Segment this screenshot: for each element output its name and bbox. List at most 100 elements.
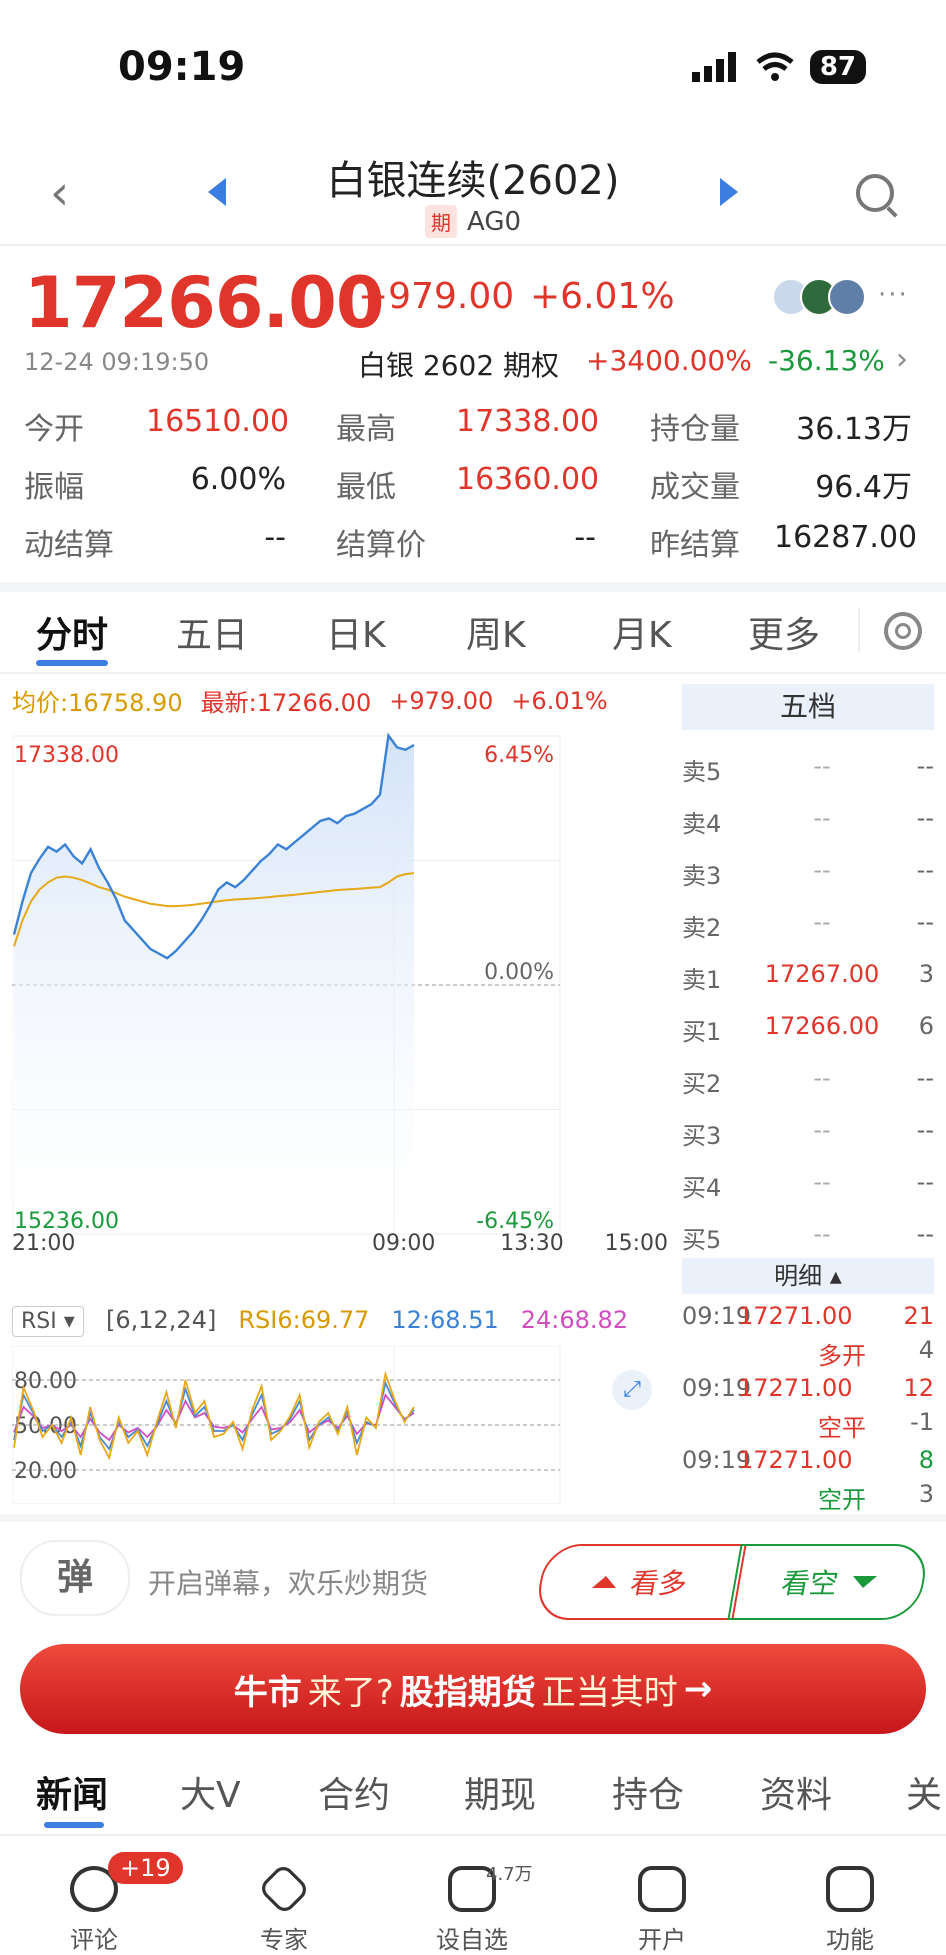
trade-volume: 12 [903,1374,934,1402]
trade-price: 17271.00 [738,1302,853,1330]
indicator-dropdown[interactable]: RSI ▾ [12,1306,84,1337]
divider [858,608,860,652]
order-level: 买2 [682,1070,722,1098]
tab-daily-k[interactable]: 日K [326,606,386,658]
bearish-button[interactable]: 看空 [727,1544,931,1620]
next-contract-icon[interactable] [720,178,738,206]
order-book-row: 卖1 17267.00 3 [682,960,934,994]
order-price: -- [813,752,831,780]
status-icons: 87 [691,50,866,84]
stat-value: 16287.00 [774,520,918,555]
nav-menu[interactable]: 功能 [790,1866,910,1955]
tab-more-overflow[interactable]: 关 [906,1766,942,1818]
community-avatars[interactable] [772,278,866,316]
intraday-chart[interactable]: 17338.0015236.006.45%0.00%-6.45%21:00 09:… [12,722,670,1252]
order-book-title[interactable]: 五档 [682,684,934,730]
page-title: 白银连续(2602) [326,158,620,204]
nav-watchlist-label: 设自选 [436,1926,508,1954]
arrow-right-icon: → [683,1669,713,1709]
order-level: 卖2 [682,914,722,942]
stat-label: 振幅 [24,470,84,505]
nav-expert[interactable]: 专家 [224,1862,344,1955]
order-volume: 6 [918,1012,934,1040]
promo-banner[interactable]: 牛市 来了? 股指期货 正当其时 → [20,1644,926,1734]
stat-value: -- [264,520,286,555]
trade-row-sub: 空平 -1 [682,1408,934,1442]
divider [0,672,946,674]
search-icon[interactable] [856,174,894,212]
nav-comment-label: 评论 [70,1926,118,1954]
danmaku-toggle-button[interactable]: 弹 [20,1540,130,1616]
tab-positions[interactable]: 持仓 [612,1766,684,1818]
bullish-button[interactable]: 看多 [533,1544,747,1620]
order-volume: -- [916,1168,934,1196]
order-level: 卖1 [682,966,722,994]
stat-label: 动结算 [24,528,114,563]
comment-count-badge: +19 [108,1852,183,1884]
chevron-right-icon[interactable]: › [896,342,908,377]
expand-icon[interactable]: ⤢ [612,1370,652,1410]
trade-row: 09:19 17271.00 21 [682,1302,934,1332]
tab-big-v[interactable]: 大V [180,1766,241,1818]
tab-contract[interactable]: 合约 [318,1766,390,1818]
rsi-params: [6,12,24] [106,1306,217,1334]
y-axis-pct-max: 6.45% [484,743,554,768]
section-gap [0,582,946,592]
trade-price: 17271.00 [738,1374,853,1402]
stat-value: 16510.00 [146,404,290,439]
order-price: -- [813,1220,831,1248]
tab-weekly-k[interactable]: 周K [466,606,526,658]
tab-monthly-k[interactable]: 月K [612,606,672,658]
indicator-dropdown-label: RSI [21,1309,57,1334]
order-book-row: 卖3 -- -- [682,856,934,890]
settings-icon[interactable] [884,612,922,650]
trade-type: 空平 [818,1414,866,1442]
tab-5day[interactable]: 五日 [176,606,248,658]
tab-news[interactable]: 新闻 [36,1766,108,1818]
banner-text-4: 正当其时 [541,1672,678,1713]
tab-more[interactable]: 更多 [748,606,820,658]
danmaku-hint[interactable]: 开启弹幕，欢乐炒期货 [148,1562,428,1602]
wifi-icon [756,52,794,81]
rsi-chart[interactable]: 80.0050.0020.00 [12,1346,670,1504]
order-level: 卖5 [682,758,722,786]
banner-text-3: 股指期货 [399,1672,536,1713]
trade-row: 09:19 17271.00 8 [682,1446,934,1476]
tab-spot[interactable]: 期现 [464,1766,536,1818]
nav-menu-label: 功能 [826,1926,874,1954]
trade-detail-title[interactable]: 明细 ▴ [682,1258,934,1294]
latest-price: 最新:17266.00 [200,689,372,717]
triangle-up-icon [591,1576,619,1588]
order-level: 卖4 [682,810,722,838]
banner-text-2: 来了? [307,1672,394,1713]
contract-subtitle: 期 AG0 [0,205,946,238]
stat-label: 最高 [336,412,396,447]
tab-intraday[interactable]: 分时 [36,606,108,658]
stat-label: 最低 [336,470,396,505]
stat-value: 96.4万 [815,470,912,505]
avg-price: 均价:16758.90 [12,689,183,717]
x-axis-label: 13:30 [500,1231,563,1252]
trade-price: 17271.00 [738,1446,853,1474]
chart-header: 均价:16758.90 最新:17266.00 +979.00 +6.01% [12,683,608,718]
trade-open-interest-change: 4 [918,1336,934,1364]
stat-label: 持仓量 [650,412,740,447]
nav-open-account[interactable]: 开户 [602,1866,722,1955]
trade-detail-title-label: 明细 [774,1262,823,1290]
more-icon[interactable]: ··· [878,280,909,310]
active-tab-indicator [44,1822,104,1828]
price-change: +979.00 [358,276,515,317]
expert-icon [257,1862,311,1916]
order-volume: -- [916,908,934,936]
tab-profile[interactable]: 资料 [760,1766,832,1818]
trade-type: 空开 [818,1486,866,1514]
option-link-label[interactable]: 白银 2602 期权 [358,344,559,384]
order-price: -- [813,1064,831,1092]
danmaku-icon: 弹 [56,1557,93,1598]
trade-open-interest-change: -1 [910,1408,934,1436]
trade-type: 多开 [818,1342,866,1370]
option-change-pct: -36.13% [768,344,885,377]
nav-open-account-label: 开户 [638,1926,686,1954]
bullish-label: 看多 [627,1567,690,1600]
order-level: 卖3 [682,862,722,890]
